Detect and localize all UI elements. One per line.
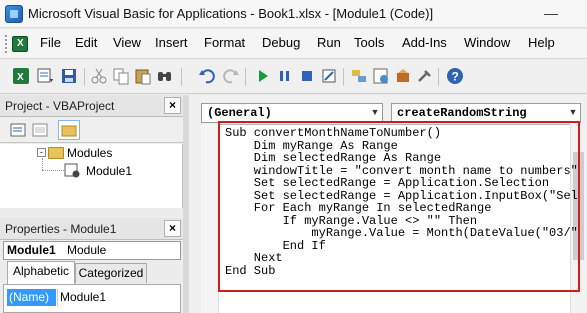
menu-edit[interactable]: Edit xyxy=(75,35,97,50)
property-name-cell[interactable]: (Name) xyxy=(7,289,56,306)
object-selector[interactable]: Module1 Module xyxy=(3,241,181,260)
project-pane-close-button[interactable]: × xyxy=(164,97,181,114)
object-combo-dropdown-icon[interactable]: ▼ xyxy=(368,103,382,123)
menu-bar: File Edit View Insert Format Debug Run T… xyxy=(0,29,587,59)
tree-item-modules[interactable]: Modules xyxy=(67,146,112,160)
properties-pane-title: Properties - Module1 xyxy=(5,222,117,236)
excel-menu-icon[interactable] xyxy=(12,36,28,52)
paste-icon[interactable] xyxy=(134,67,152,85)
toolbar-separator xyxy=(245,68,246,86)
insert-module-icon[interactable] xyxy=(36,67,54,85)
reset-icon[interactable] xyxy=(298,67,316,85)
tree-connector xyxy=(42,170,64,171)
menu-insert[interactable]: Insert xyxy=(155,35,188,50)
svg-text:?: ? xyxy=(452,70,459,84)
procedure-combo[interactable]: createRandomString xyxy=(391,103,581,123)
project-pane-toolbar xyxy=(0,118,183,143)
folder-icon xyxy=(48,147,64,159)
properties-icon[interactable] xyxy=(372,67,390,85)
window-title: Microsoft Visual Basic for Applications … xyxy=(28,6,434,21)
properties-pane-header: Properties - Module1 × xyxy=(0,218,183,240)
project-explorer-icon[interactable] xyxy=(350,67,368,85)
menu-grip[interactable] xyxy=(5,35,8,53)
excel-icon[interactable]: X xyxy=(12,67,30,85)
object-name: Module1 xyxy=(7,243,56,257)
menu-window[interactable]: Window xyxy=(464,35,510,50)
break-icon[interactable] xyxy=(276,67,294,85)
menu-help[interactable]: Help xyxy=(528,35,555,50)
run-icon[interactable] xyxy=(254,67,272,85)
menu-format[interactable]: Format xyxy=(204,35,245,50)
object-browser-icon[interactable] xyxy=(394,67,412,85)
procedure-combo-dropdown-icon[interactable]: ▼ xyxy=(566,103,580,123)
tree-item-module1[interactable]: Module1 xyxy=(86,164,132,178)
view-code-icon[interactable] xyxy=(10,122,28,138)
save-icon[interactable] xyxy=(60,67,78,85)
toolbar-separator xyxy=(438,68,439,86)
minimize-button[interactable]: — xyxy=(540,3,562,25)
modules-collapse-toggle[interactable]: - xyxy=(37,148,46,157)
find-icon[interactable] xyxy=(156,67,174,85)
project-tree: - Modules Module1 xyxy=(0,144,183,208)
module-icon xyxy=(64,163,80,178)
toolbox-icon[interactable] xyxy=(416,67,434,85)
object-combo[interactable]: (General) xyxy=(201,103,383,123)
menu-file[interactable]: File xyxy=(40,35,61,50)
menu-run[interactable]: Run xyxy=(317,35,341,50)
tree-connector xyxy=(42,158,43,170)
help-icon[interactable]: ? xyxy=(446,67,464,85)
menu-view[interactable]: View xyxy=(113,35,141,50)
design-mode-icon[interactable] xyxy=(320,67,338,85)
menu-addins[interactable]: Add-Ins xyxy=(402,35,447,50)
properties-pane-close-button[interactable]: × xyxy=(164,220,181,237)
undo-icon[interactable] xyxy=(198,67,216,85)
vba-app-icon xyxy=(5,5,23,23)
tab-alphabetic[interactable]: Alphabetic xyxy=(7,261,75,284)
copy-icon[interactable] xyxy=(112,67,130,85)
toggle-folders-icon[interactable] xyxy=(58,120,80,140)
toolbar-separator xyxy=(181,68,182,86)
menu-debug[interactable]: Debug xyxy=(262,35,300,50)
code-highlight-box xyxy=(218,121,580,292)
redo-icon[interactable] xyxy=(222,67,240,85)
svg-text:X: X xyxy=(17,72,24,83)
toolbar-separator xyxy=(84,68,85,86)
view-object-icon[interactable] xyxy=(32,122,50,138)
code-margin[interactable] xyxy=(201,124,219,313)
property-value-cell[interactable]: Module1 xyxy=(57,289,177,306)
object-type: Module xyxy=(67,243,107,257)
menu-tools[interactable]: Tools xyxy=(354,35,384,50)
title-bar: Microsoft Visual Basic for Applications … xyxy=(0,0,587,28)
project-pane-title: Project - VBAProject xyxy=(5,99,115,113)
toolbar-separator xyxy=(343,68,344,86)
project-pane-header: Project - VBAProject × xyxy=(0,95,183,117)
cut-icon[interactable] xyxy=(90,67,108,85)
standard-toolbar: X ? xyxy=(0,60,587,94)
tab-categorized[interactable]: Categorized xyxy=(75,263,147,283)
